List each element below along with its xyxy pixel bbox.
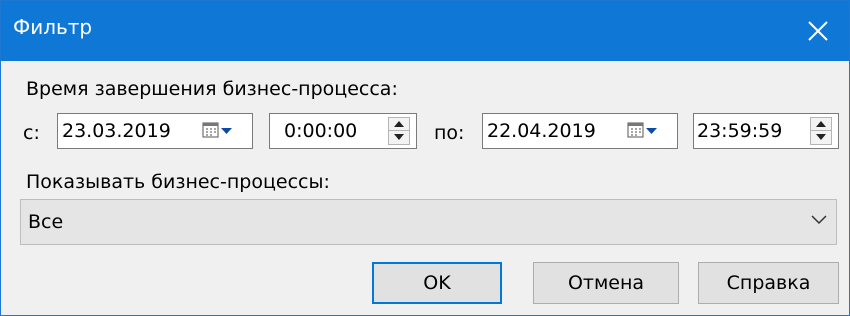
close-icon [808,21,828,41]
arrow-down-icon [394,134,404,140]
from-time-value: 0:00:00 [284,120,358,142]
show-processes-label: Показывать бизнес-процессы: [26,171,330,193]
from-date-picker[interactable]: 23.03.2019 [57,113,253,149]
to-calendar-button[interactable] [625,117,669,145]
completion-time-label: Время завершения бизнес-процесса: [26,78,398,100]
process-filter-dropdown[interactable]: Все [20,199,837,245]
from-calendar-button[interactable] [200,117,244,145]
calendar-icon [202,122,232,138]
from-time-up-button[interactable] [389,118,409,131]
to-time-field[interactable]: 23:59:59 [693,113,839,149]
to-label: по: [434,122,465,144]
arrow-up-icon [394,121,404,127]
ok-button[interactable]: OK [372,262,502,304]
title-bar: Фильтр [1,1,849,61]
arrow-up-icon [816,121,826,127]
process-filter-value: Все [28,211,64,233]
to-date-picker[interactable]: 22.04.2019 [482,113,678,149]
cancel-button[interactable]: Отмена [533,262,679,304]
window-title: Фильтр [13,15,93,39]
chevron-down-icon [811,215,827,225]
to-date-value: 22.04.2019 [487,120,596,142]
to-time-down-button[interactable] [811,131,831,144]
help-button[interactable]: Справка [698,262,839,304]
from-date-value: 23.03.2019 [62,120,171,142]
to-time-spinner[interactable] [810,117,832,145]
from-label: с: [23,122,40,144]
from-time-spinner[interactable] [388,117,410,145]
to-time-value: 23:59:59 [697,120,783,142]
arrow-down-icon [816,134,826,140]
from-time-down-button[interactable] [389,131,409,144]
filter-dialog: Фильтр Время завершения бизнес-процесса:… [0,0,850,316]
close-button[interactable] [789,1,849,61]
to-time-up-button[interactable] [811,118,831,131]
from-time-field[interactable]: 0:00:00 [269,113,417,149]
calendar-icon [627,122,657,138]
